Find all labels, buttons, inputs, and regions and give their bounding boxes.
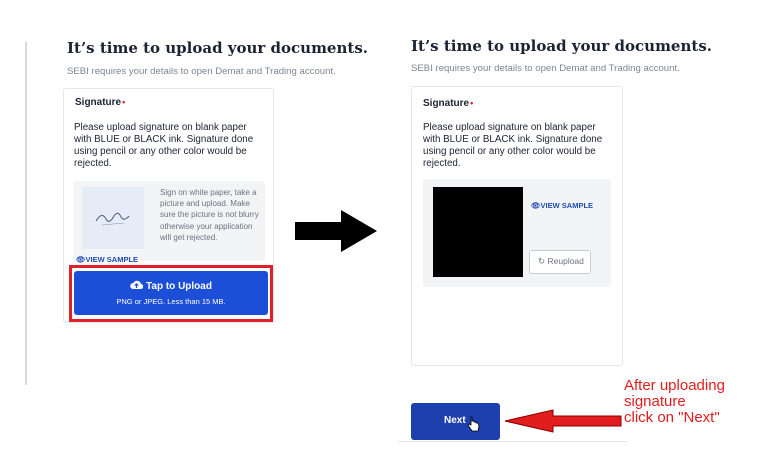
page-subtitle-right: SEBI requires your details to open Demat… bbox=[411, 63, 680, 74]
signature-instructions-right: Please upload signature on blank paper w… bbox=[423, 122, 603, 169]
page-title: It’s time to upload your documents. bbox=[67, 39, 368, 57]
signature-card: Signature• Please upload signature on bl… bbox=[63, 88, 274, 323]
sample-signature-image bbox=[82, 187, 144, 249]
required-indicator-right: • bbox=[470, 98, 474, 108]
refresh-icon: ↻ bbox=[538, 256, 546, 266]
next-button[interactable]: Next bbox=[411, 403, 500, 440]
tap-to-upload-button[interactable]: Tap to Upload PNG or JPEG. Less than 15 … bbox=[74, 271, 268, 315]
view-sample-link-right[interactable]: 👁VIEW SAMPLE bbox=[531, 195, 593, 213]
signature-card-right: Signature• Please upload signature on bl… bbox=[411, 86, 623, 366]
required-indicator: • bbox=[122, 97, 126, 107]
red-arrow-icon bbox=[504, 409, 622, 433]
page-title-right: It’s time to upload your documents. bbox=[411, 37, 712, 55]
signature-label-right: Signature• bbox=[423, 98, 474, 109]
footer-divider bbox=[398, 441, 628, 442]
signature-label: Signature• bbox=[75, 97, 126, 108]
upload-button-sublabel: PNG or JPEG. Less than 15 MB. bbox=[116, 297, 226, 306]
sample-signature-box: Sign on white paper, take a picture and … bbox=[73, 181, 265, 264]
sample-hint-text: Sign on white paper, take a picture and … bbox=[160, 188, 259, 242]
annotation-text: After uploading signature click on "Next… bbox=[624, 377, 725, 426]
signature-instructions: Please upload signature on blank paper w… bbox=[74, 122, 254, 169]
cloud-upload-icon bbox=[130, 280, 144, 290]
reupload-button[interactable]: ↻ Reupload bbox=[529, 250, 591, 274]
uploaded-signature-box: 👁VIEW SAMPLE ↻ Reupload bbox=[423, 179, 611, 287]
eye-icon: 👁 bbox=[531, 201, 541, 210]
panel-divider bbox=[25, 42, 27, 385]
eye-icon: 👁 bbox=[76, 255, 86, 264]
signature-scribble-icon bbox=[95, 212, 130, 226]
page-subtitle: SEBI requires your details to open Demat… bbox=[67, 66, 336, 77]
uploaded-signature-preview bbox=[433, 187, 523, 277]
hand-cursor-icon bbox=[467, 416, 480, 432]
right-arrow-icon bbox=[295, 210, 377, 252]
upload-button-label: Tap to Upload bbox=[146, 281, 212, 292]
